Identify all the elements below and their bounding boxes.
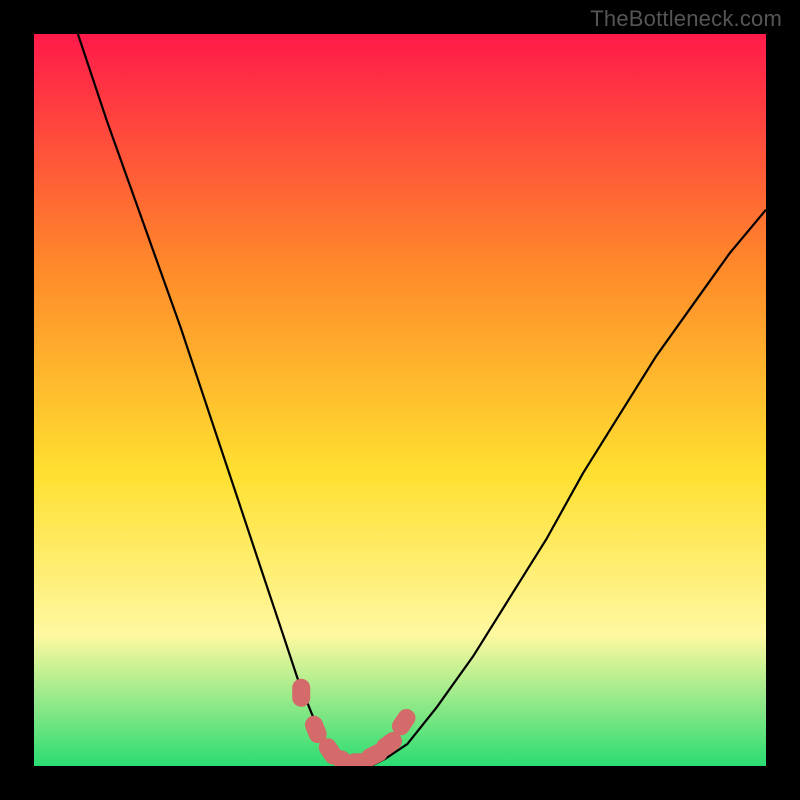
bottleneck-chart [34,34,766,766]
watermark-text: TheBottleneck.com [590,6,782,32]
plot-area [34,34,766,766]
gradient-background [34,34,766,766]
chart-frame: TheBottleneck.com [0,0,800,800]
minimum-marker [292,679,310,707]
